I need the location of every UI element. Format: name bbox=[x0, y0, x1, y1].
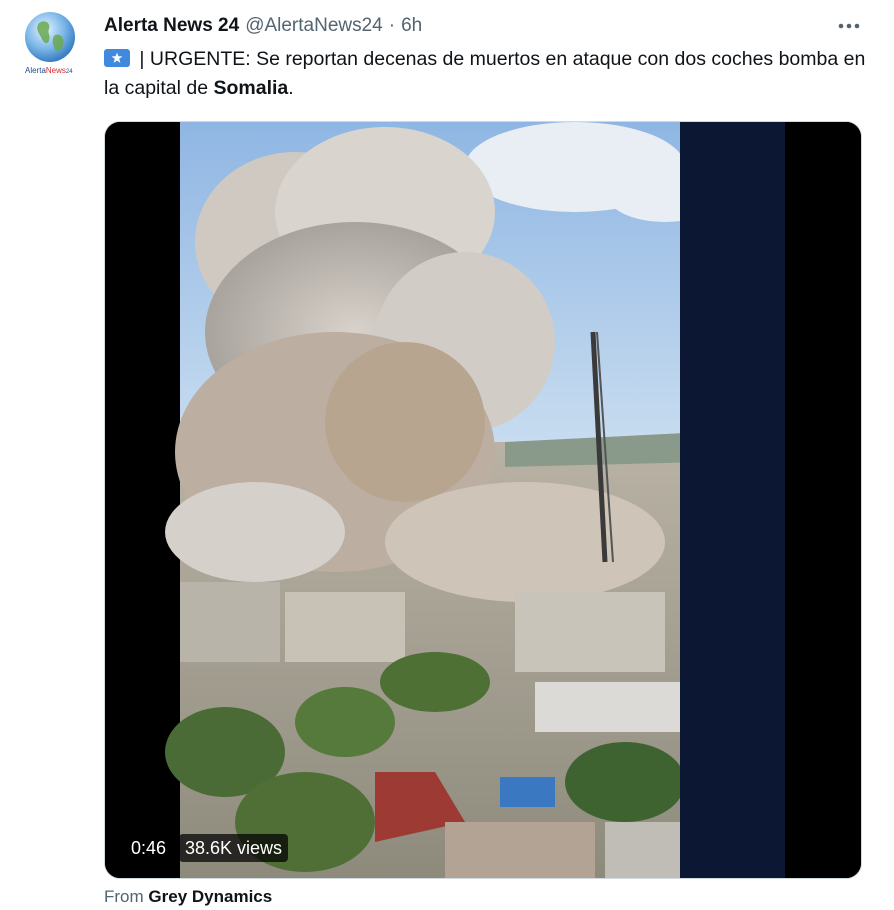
author-avatar[interactable]: AlertaNews24 bbox=[21, 9, 77, 81]
tweet-timestamp[interactable]: 6h bbox=[401, 15, 422, 37]
tweet-header: Alerta News 24 @AlertaNews24 · 6h bbox=[104, 14, 422, 38]
tweet-text-bold: Somalia bbox=[213, 77, 289, 99]
avatar-logo-text: Alerta bbox=[25, 66, 46, 75]
author-handle[interactable]: @AlertaNews24 bbox=[245, 15, 383, 37]
avatar-logo-number: 24 bbox=[66, 69, 73, 75]
media-source: From Grey Dynamics bbox=[104, 887, 272, 907]
separator-dot: · bbox=[388, 15, 396, 36]
video-duration: 0:46 bbox=[131, 838, 167, 858]
video-player[interactable]: 0:46 38.6K views bbox=[104, 121, 862, 879]
somalia-flag-icon bbox=[104, 49, 130, 67]
svg-text:AlertaNews24: AlertaNews24 bbox=[25, 66, 73, 75]
avatar-logo-text-red: News bbox=[46, 66, 66, 75]
tweet-text-end: . bbox=[288, 77, 294, 99]
more-options-icon[interactable] bbox=[834, 14, 864, 38]
video-view-count: 38.6K views bbox=[179, 834, 289, 862]
source-prefix: From bbox=[104, 887, 144, 906]
author-name[interactable]: Alerta News 24 bbox=[104, 15, 239, 37]
video-frame bbox=[105, 122, 861, 878]
tweet-text: | URGENTE: Se reportan decenas de muerto… bbox=[104, 45, 874, 103]
source-link[interactable]: Grey Dynamics bbox=[148, 887, 272, 906]
